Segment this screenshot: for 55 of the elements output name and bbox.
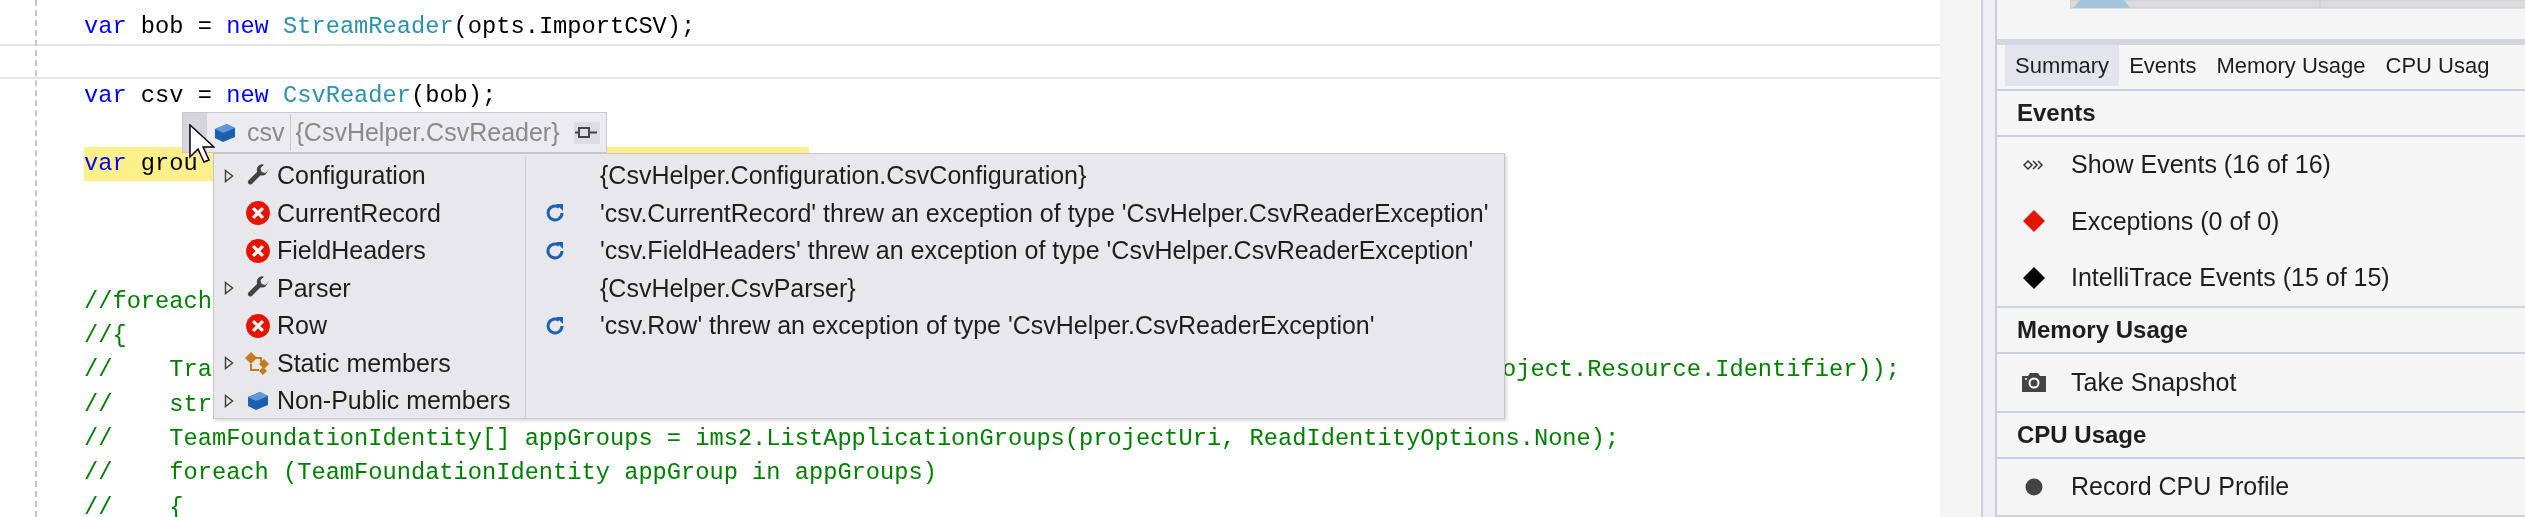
tab[interactable]: Summary — [2005, 44, 2120, 86]
expand-arrow-icon[interactable] — [224, 393, 234, 408]
member-value: 'csv.Row' threw an exception of type 'CsvHelper.CsvReaderException' — [600, 310, 1375, 341]
code-line: // TeamFoundationIdentity[] appGroups = ims2.ListApplicationGroups(projectUri, ReadIdentityOptions.None); — [84, 423, 1620, 454]
error-icon — [245, 237, 271, 264]
member-name: FieldHeaders — [277, 235, 426, 266]
expand-arrow-icon[interactable] — [224, 168, 234, 183]
expression-value: {CsvHelper.CsvReader} — [294, 116, 561, 148]
member-row[interactable]: Static members — [214, 344, 525, 382]
member-row[interactable]: CurrentRecord — [214, 194, 525, 232]
panel-link[interactable]: Exceptions (0 of 0) — [2071, 202, 2280, 240]
expand-arrow-icon[interactable] — [224, 281, 234, 296]
events-icon — [2023, 158, 2045, 171]
expression-name: csv — [247, 113, 291, 152]
pin-icon[interactable] — [573, 121, 600, 144]
section-heading: Events — [2017, 97, 2096, 128]
code-line: var csv = new CsvReader(bob); — [84, 80, 497, 111]
tab[interactable]: CPU Usag — [2375, 44, 2500, 86]
code-line: //{ — [84, 321, 127, 352]
panel-link[interactable]: IntelliTrace Events (15 of 15) — [2071, 259, 2390, 297]
panel-link[interactable]: Record CPU Profile — [2071, 468, 2290, 506]
member-value: {CsvHelper.CsvParser} — [600, 272, 856, 304]
static-members-icon — [244, 350, 272, 377]
code-line: // Tra — [84, 355, 212, 386]
member-name: Non-Public members — [277, 385, 511, 416]
code-line: // str — [84, 389, 212, 420]
code-line: // foreach (TeamFoundationIdentity appGroup in appGroups) — [84, 458, 937, 489]
member-row[interactable]: FieldHeaders — [214, 232, 525, 270]
expand-arrow-icon[interactable] — [224, 356, 234, 371]
section-heading: CPU Usage — [2017, 419, 2147, 450]
code-line: //foreach — [84, 286, 212, 317]
tab[interactable]: Events — [2119, 44, 2207, 86]
tab[interactable]: Memory Usage — [2206, 44, 2376, 86]
diamond-icon — [2023, 266, 2045, 289]
member-name: Row — [277, 310, 327, 341]
error-icon — [245, 312, 271, 339]
object-icon — [213, 121, 237, 144]
error-icon — [245, 200, 271, 227]
camera-icon — [2022, 372, 2046, 393]
member-name: Static members — [277, 347, 451, 379]
record-icon — [2025, 477, 2043, 496]
member-name: CurrentRecord — [277, 197, 441, 229]
panel-link[interactable]: Show Events (16 of 16) — [2071, 146, 2331, 184]
code-line: oject.Resource.Identifier)); — [1502, 355, 1901, 386]
panel-link[interactable]: Take Snapshot — [2071, 363, 2237, 401]
member-value: 'csv.CurrentRecord' threw an exception of type 'CsvHelper.CsvReaderException' — [600, 197, 1489, 229]
diamond-icon — [2023, 210, 2045, 233]
object-icon — [246, 389, 270, 412]
member-row[interactable]: Row — [214, 307, 525, 345]
code-line: var bob = new StreamReader(opts.ImportCSV); — [84, 12, 696, 43]
member-row[interactable]: Non-Public members — [214, 382, 525, 420]
member-row[interactable]: Parser — [214, 269, 525, 307]
section-heading: Memory Usage — [2017, 315, 2188, 345]
member-value: 'csv.FieldHeaders' threw an exception of type 'CsvHelper.CsvReaderException' — [600, 235, 1474, 266]
member-name: Parser — [277, 272, 351, 304]
